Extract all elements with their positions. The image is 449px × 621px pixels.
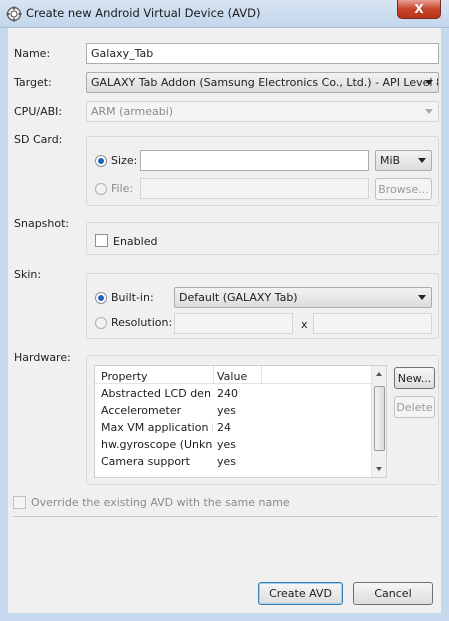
table-row[interactable]: Camera support yes: [95, 454, 370, 469]
resolution-height-input[interactable]: [313, 313, 432, 334]
table-row[interactable]: hw.gyroscope (Unknown) yes: [95, 437, 370, 452]
hardware-label: Hardware:: [14, 351, 71, 364]
chevron-down-icon: [425, 109, 433, 114]
table-row[interactable]: Max VM application hea... 24: [95, 420, 370, 435]
cpu-abi-select[interactable]: ARM (armeabi): [86, 101, 439, 122]
skin-resolution-label: Resolution:: [111, 316, 173, 329]
window-title: Create new Android Virtual Device (AVD): [26, 6, 261, 20]
target-value: GALAXY Tab Addon (Samsung Electronics Co…: [91, 76, 439, 89]
browse-button[interactable]: Browse...: [375, 178, 432, 200]
name-input[interactable]: Galaxy_Tab: [86, 43, 439, 64]
close-button[interactable]: X: [397, 0, 441, 19]
property-cell: Max VM application hea...: [101, 421, 213, 434]
chevron-down-icon: [425, 80, 433, 85]
chevron-down-icon: [418, 295, 426, 300]
close-icon: X: [414, 2, 424, 16]
skin-label: Skin:: [14, 268, 42, 281]
cpu-abi-value: ARM (armeabi): [91, 105, 174, 118]
table-scrollbar[interactable]: [371, 366, 386, 477]
hardware-group: Property Value Abstracted LCD density 24…: [86, 355, 439, 485]
column-header-value: Value: [217, 370, 248, 383]
sd-file-input[interactable]: [140, 178, 369, 199]
sd-size-input[interactable]: [140, 150, 369, 171]
property-cell: hw.gyroscope (Unknown): [101, 438, 213, 451]
sd-unit-value: MiB: [380, 154, 401, 167]
sd-card-label: SD Card:: [14, 133, 63, 146]
sd-card-group: Size: MiB File: Browse...: [86, 136, 439, 206]
property-cell: Accelerometer: [101, 404, 182, 417]
name-label: Name:: [14, 47, 51, 60]
separator: [13, 516, 438, 517]
target-select[interactable]: GALAXY Tab Addon (Samsung Electronics Co…: [86, 72, 439, 93]
skin-builtin-radio[interactable]: [95, 292, 107, 304]
skin-builtin-select[interactable]: Default (GALAXY Tab): [174, 287, 432, 308]
skin-group: Built-in: Default (GALAXY Tab) Resolutio…: [86, 273, 439, 339]
title-bar: Create new Android Virtual Device (AVD) …: [0, 0, 449, 28]
window-frame-left: [0, 28, 8, 621]
value-cell: 24: [217, 421, 231, 434]
skin-builtin-value: Default (GALAXY Tab): [179, 291, 298, 304]
value-cell: yes: [217, 404, 237, 417]
resolution-width-input[interactable]: [174, 313, 293, 334]
table-row[interactable]: Abstracted LCD density 240: [95, 386, 370, 401]
scroll-up-icon[interactable]: [376, 372, 382, 376]
sd-file-radio[interactable]: [95, 183, 107, 195]
scroll-down-icon[interactable]: [376, 467, 382, 471]
property-cell: Camera support: [101, 455, 190, 468]
skin-resolution-radio[interactable]: [95, 317, 107, 329]
new-property-button[interactable]: New...: [394, 367, 435, 389]
sd-size-radio[interactable]: [95, 155, 107, 167]
column-header-property: Property: [101, 370, 148, 383]
snapshot-enabled-label: Enabled: [113, 235, 158, 248]
resolution-separator: x: [301, 318, 308, 331]
table-header-row: Property Value: [95, 366, 386, 384]
value-cell: yes: [217, 455, 237, 468]
property-cell: Abstracted LCD density: [101, 387, 211, 400]
window-frame-right: [441, 28, 449, 621]
chevron-down-icon: [418, 158, 426, 163]
dialog-body: Name: Galaxy_Tab Target: GALAXY Tab Addo…: [8, 28, 441, 613]
sd-file-label: File:: [111, 182, 134, 195]
cpu-abi-label: CPU/ABI:: [14, 105, 63, 118]
sd-size-label: Size:: [111, 154, 138, 167]
value-cell: 240: [217, 387, 238, 400]
hardware-table[interactable]: Property Value Abstracted LCD density 24…: [94, 365, 387, 478]
snapshot-group: Enabled: [86, 222, 439, 255]
sd-unit-select[interactable]: MiB: [375, 150, 432, 171]
target-label: Target:: [14, 76, 52, 89]
value-cell: yes: [217, 438, 237, 451]
table-row[interactable]: Accelerometer yes: [95, 403, 370, 418]
scrollbar-thumb[interactable]: [374, 386, 385, 451]
snapshot-enabled-checkbox[interactable]: [95, 234, 108, 247]
window-frame-bottom: [0, 613, 449, 621]
create-avd-button[interactable]: Create AVD: [258, 582, 343, 605]
snapshot-label: Snapshot:: [14, 217, 70, 230]
column-divider: [261, 366, 262, 384]
override-checkbox[interactable]: [13, 496, 26, 509]
android-device-icon: [6, 6, 22, 22]
delete-property-button[interactable]: Delete: [394, 396, 435, 418]
override-label: Override the existing AVD with the same …: [31, 496, 290, 509]
cancel-button[interactable]: Cancel: [353, 582, 433, 605]
column-divider: [213, 366, 214, 384]
skin-builtin-label: Built-in:: [111, 291, 154, 304]
